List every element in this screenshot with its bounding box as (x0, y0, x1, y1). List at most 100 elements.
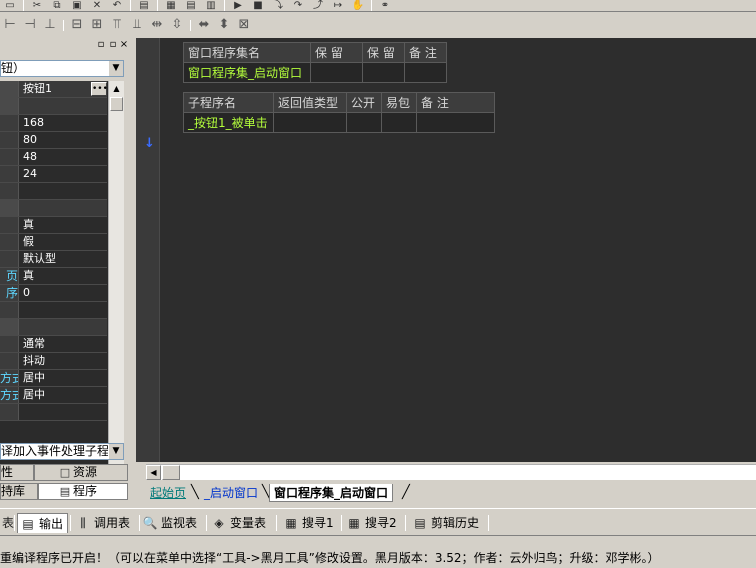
breakpoint-icon[interactable]: ✋ (350, 0, 366, 11)
property-value[interactable]: 假 (21, 234, 107, 250)
property-value[interactable]: 默认型 (21, 251, 107, 267)
toolbar-button-1[interactable]: ▭ (2, 0, 18, 11)
tab-support-library[interactable]: 持库 (0, 483, 38, 500)
tab-assembly-startup-window[interactable]: 窗口程序集_启动窗口 (269, 484, 394, 502)
tab-search-2[interactable]: ▦ 搜寻2 (346, 513, 396, 533)
scroll-thumb[interactable] (162, 465, 180, 480)
property-row[interactable]: 序0 (0, 285, 107, 302)
same-width-icon[interactable]: ⬌ (196, 16, 212, 34)
code-editor[interactable]: ↓ 窗口程序集名 保 留 保 留 备 注 窗口程序集_启动窗口 子程序名 返回值… (136, 38, 756, 462)
property-row[interactable]: 168 (0, 115, 107, 132)
delete-icon[interactable]: ✕ (89, 0, 105, 11)
tab-clip-history[interactable]: ▤ 剪辑历史 (412, 513, 479, 533)
property-row[interactable] (0, 302, 107, 319)
property-row[interactable]: 按钮1 ••• (0, 81, 108, 98)
subroutine-table-row[interactable]: _按钮1_被单击 (183, 112, 495, 133)
property-row[interactable] (0, 404, 107, 421)
property-value[interactable] (21, 319, 107, 335)
center-v-icon[interactable]: ⊞ (89, 16, 105, 34)
tab-start-page[interactable]: 起始页 (146, 484, 190, 502)
property-row[interactable]: 通常 (0, 336, 107, 353)
scroll-left-icon[interactable]: ◀ (146, 465, 161, 480)
stop-icon[interactable]: ■ (250, 0, 266, 11)
property-value[interactable]: 24 (21, 166, 107, 182)
align-left-icon[interactable]: ⊢ (2, 16, 18, 34)
property-value[interactable]: 80 (21, 132, 107, 148)
property-value[interactable] (21, 404, 107, 420)
run-to-cursor-icon[interactable]: ↦ (330, 0, 346, 11)
property-value[interactable] (21, 98, 107, 114)
property-row[interactable] (0, 319, 107, 336)
property-value[interactable]: 0 (21, 285, 107, 301)
chevron-down-icon[interactable]: ▼ (108, 444, 123, 459)
tab-startup-window[interactable]: _启动窗口 (200, 484, 262, 502)
assembly-table-row[interactable]: 窗口程序集_启动窗口 (183, 62, 447, 83)
tab-resources[interactable]: □ 资源 (34, 464, 128, 481)
space-h-icon[interactable]: ⇹ (149, 16, 165, 34)
layout-2-icon[interactable]: ▤ (183, 0, 199, 11)
property-row[interactable]: 页真 (0, 268, 107, 285)
assembly-reserved-cell-1[interactable] (310, 62, 363, 83)
property-value[interactable] (21, 302, 107, 318)
step-into-icon[interactable]: ⤵ (270, 0, 286, 11)
property-scrollbar[interactable]: ▲ ▼ (108, 81, 124, 477)
property-value[interactable]: 通常 (21, 336, 107, 352)
property-value[interactable]: 48 (21, 149, 107, 165)
run-icon[interactable]: ▶ (230, 0, 246, 11)
property-row[interactable]: 默认型 (0, 251, 107, 268)
cut-icon[interactable]: ✂ (29, 0, 45, 11)
tab-search-1[interactable]: ▦ 搜寻1 (283, 513, 333, 533)
undo-icon[interactable]: ↶ (109, 0, 125, 11)
panel-close-icon[interactable]: × (119, 40, 129, 50)
align-right-icon[interactable]: ⊥ (42, 16, 58, 34)
tab-properties[interactable]: 性 (0, 464, 34, 481)
step-out-icon[interactable]: ⤴ (310, 0, 326, 11)
property-row[interactable]: 抖动 (0, 353, 107, 370)
tab-program[interactable]: ▤ 程序 (38, 483, 128, 500)
property-row[interactable]: 假 (0, 234, 107, 251)
same-height-icon[interactable]: ⬍ (216, 16, 232, 34)
property-value[interactable]: 居中 (21, 370, 107, 386)
layout-3-icon[interactable]: ▥ (203, 0, 219, 11)
property-row[interactable]: 真 (0, 217, 107, 234)
scroll-thumb[interactable] (110, 97, 123, 111)
assembly-name-cell[interactable]: 窗口程序集_启动窗口 (183, 62, 311, 83)
property-value[interactable] (21, 200, 107, 216)
sub-easy-pack-cell[interactable] (381, 112, 417, 133)
sub-public-cell[interactable] (346, 112, 382, 133)
sub-name-cell[interactable]: _按钮1_被单击 (183, 112, 274, 133)
property-row[interactable]: 方式居中 (0, 370, 107, 387)
property-row[interactable] (0, 183, 107, 200)
assembly-reserved-cell-2[interactable] (362, 62, 405, 83)
property-row[interactable]: 方式居中 (0, 387, 107, 404)
layout-1-icon[interactable]: ▦ (163, 0, 179, 11)
sub-return-type-cell[interactable] (273, 112, 347, 133)
binoculars-icon[interactable]: ⚭ (377, 0, 393, 11)
property-row[interactable]: 80 (0, 132, 107, 149)
sub-remark-cell[interactable] (416, 112, 495, 133)
property-value[interactable] (21, 183, 107, 199)
copy-icon[interactable]: ⧉ (49, 0, 65, 11)
component-select[interactable]: 钮） ▼ (0, 60, 124, 77)
property-value[interactable]: 168 (21, 115, 107, 131)
tab-output[interactable]: ▤ 输出 (17, 513, 69, 533)
scroll-up-icon[interactable]: ▲ (109, 81, 124, 96)
paste-icon[interactable]: ▣ (69, 0, 85, 11)
property-value[interactable]: 真 (21, 217, 107, 233)
editor-horizontal-scrollbar[interactable]: ◀ (146, 464, 756, 480)
panel-dock-icon[interactable]: ▫ (108, 40, 118, 50)
space-v-icon[interactable]: ⇳ (169, 16, 185, 34)
property-value[interactable]: 真 (21, 268, 107, 284)
center-h-icon[interactable]: ⊟ (69, 16, 85, 34)
tab-variables[interactable]: ◈ 变量表 (211, 513, 266, 533)
chevron-down-icon[interactable]: ▼ (108, 61, 123, 76)
assembly-remark-cell[interactable] (404, 62, 447, 83)
property-row[interactable]: 48 (0, 149, 107, 166)
ellipsis-button[interactable]: ••• (91, 82, 108, 96)
property-value[interactable]: 居中 (21, 387, 107, 403)
property-value[interactable]: 抖动 (21, 353, 107, 369)
find-icon[interactable]: ▤ (136, 0, 152, 11)
property-row[interactable]: 24 (0, 166, 107, 183)
step-over-icon[interactable]: ↷ (290, 0, 306, 11)
event-handler-select[interactable]: 译加入事件处理子程序 ▼ (0, 443, 124, 460)
